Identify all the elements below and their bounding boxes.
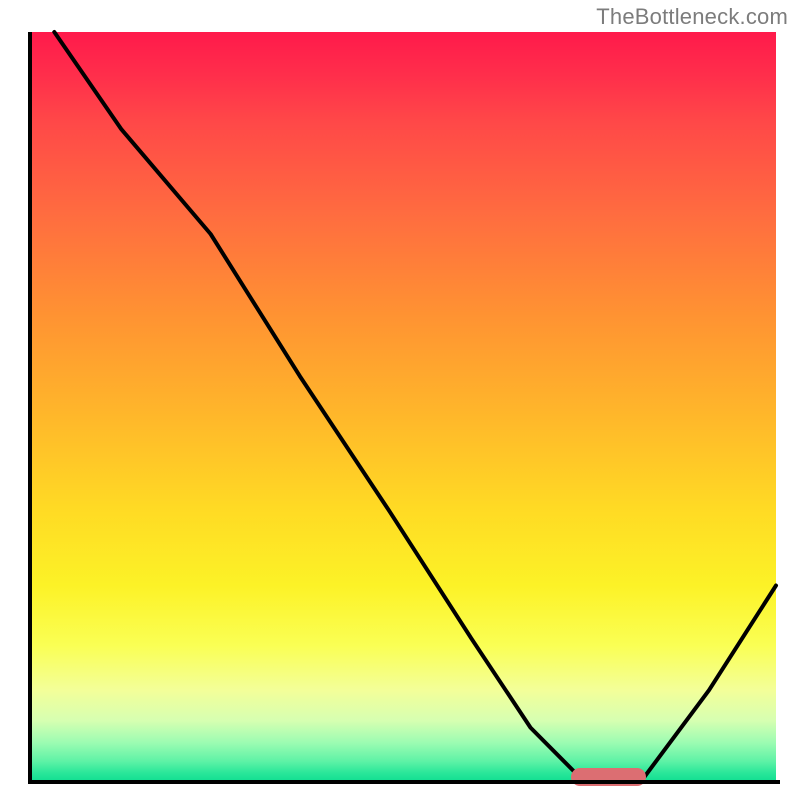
axis-frame [28, 32, 780, 784]
attribution-text: TheBottleneck.com [596, 4, 788, 30]
